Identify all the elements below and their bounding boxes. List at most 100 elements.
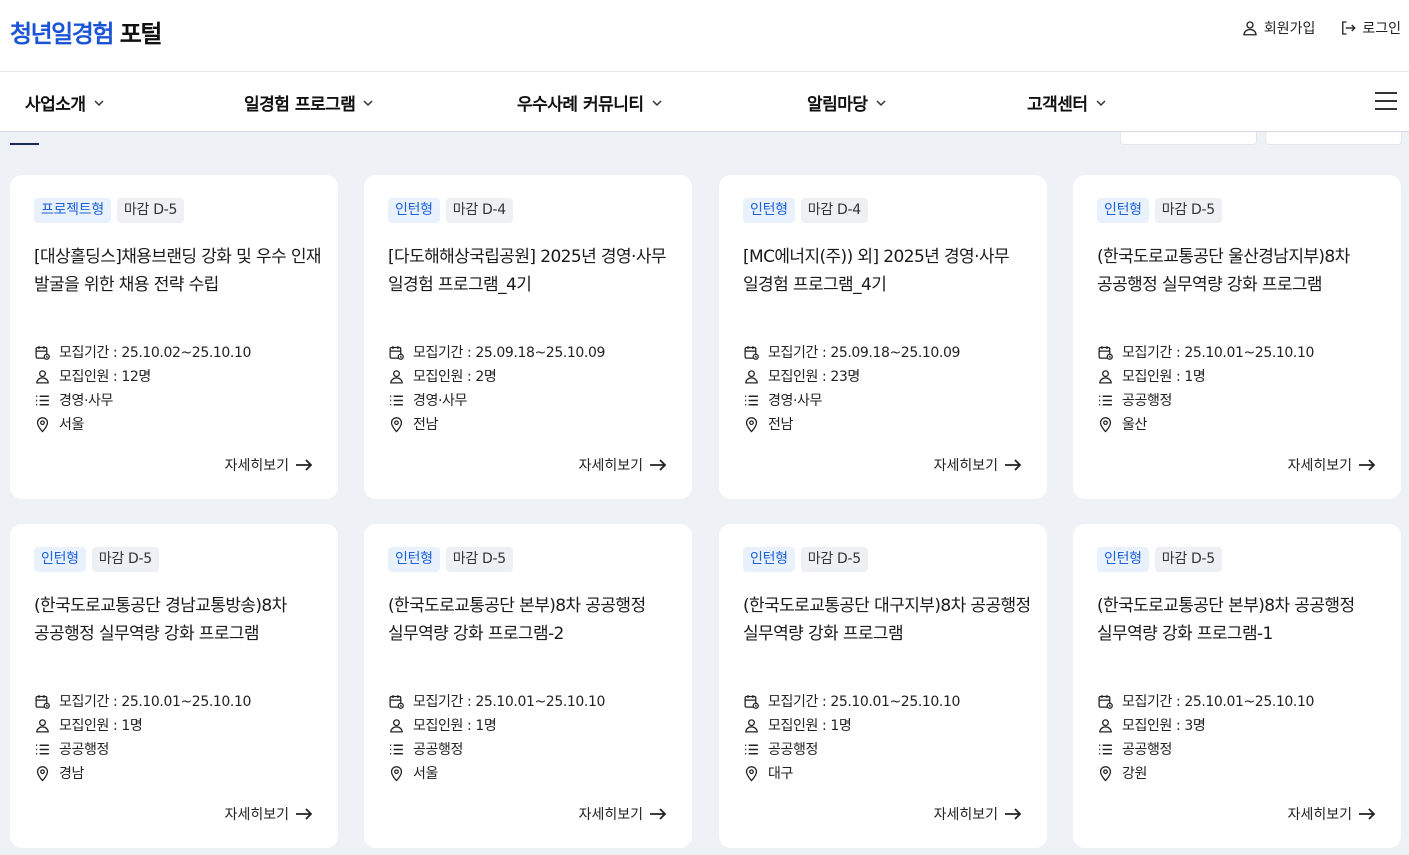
view-details-label: 자세히보기 bbox=[224, 458, 289, 474]
deadline-badge: 마감 D-4 bbox=[445, 198, 513, 223]
filter-dropdown[interactable] bbox=[1120, 132, 1257, 145]
region-row: 강원 bbox=[1097, 761, 1314, 785]
recruit-count-text: 모집인원 : 2명 bbox=[413, 369, 497, 385]
nav-item-programs[interactable]: 일경험 프로그램 bbox=[244, 90, 374, 115]
arrow-right-icon bbox=[1359, 459, 1376, 471]
hamburger-menu-icon[interactable] bbox=[1375, 92, 1397, 110]
recruit-period-row: 모집기간 : 25.10.01~25.10.10 bbox=[34, 689, 251, 713]
card-title: (한국도로교통공단 경남교통방송)8차 공공행정 실무역량 강화 프로그램 bbox=[34, 596, 287, 644]
job-category-row: 공공행정 bbox=[1097, 388, 1314, 412]
card-title: [다도해해상국립공원] 2025년 경영·사무 일경험 프로그램_4기 bbox=[388, 247, 667, 295]
card-title: [MC에너지(주)) 외] 2025년 경영·사무 일경험 프로그램_4기 bbox=[743, 247, 1010, 295]
calendar-icon bbox=[1098, 345, 1113, 360]
recruit-period-row: 모집기간 : 25.10.01~25.10.10 bbox=[1097, 340, 1314, 364]
view-details-link[interactable]: 자세히보기 bbox=[934, 804, 1022, 824]
person-icon bbox=[390, 369, 403, 384]
person-icon bbox=[1243, 21, 1257, 36]
recruit-period-row: 모집기간 : 25.10.01~25.10.10 bbox=[388, 689, 605, 713]
program-card[interactable]: 프로젝트형 마감 D-5 [대상홀딩스]채용브랜딩 강화 및 우수 인재 발굴을 위… bbox=[10, 175, 338, 499]
nav-item-community[interactable]: 우수사례 커뮤니티 bbox=[517, 90, 663, 115]
recruit-period-text: 모집기간 : 25.10.01~25.10.10 bbox=[59, 694, 251, 710]
job-category-text: 공공행정 bbox=[59, 742, 109, 758]
list-icon bbox=[745, 395, 758, 405]
recruit-period-text: 모집기간 : 25.10.01~25.10.10 bbox=[1122, 345, 1314, 361]
person-icon bbox=[36, 718, 49, 733]
signup-link[interactable]: 회원가입 bbox=[1241, 18, 1315, 38]
recruit-period-row: 모집기간 : 25.10.02~25.10.10 bbox=[34, 340, 251, 364]
arrow-right-icon bbox=[1005, 808, 1022, 820]
chevron-down-icon bbox=[363, 99, 373, 106]
recruit-count-row: 모집인원 : 1명 bbox=[34, 713, 251, 737]
list-icon bbox=[36, 395, 49, 405]
card-tags: 인턴형 마감 D-5 bbox=[1097, 547, 1222, 572]
login-link[interactable]: 로그인 bbox=[1339, 18, 1401, 38]
nav-item-customer-center[interactable]: 고객센터 bbox=[1027, 90, 1107, 115]
card-tags: 인턴형 마감 D-5 bbox=[1097, 198, 1222, 223]
view-details-link[interactable]: 자세히보기 bbox=[934, 455, 1022, 475]
person-icon bbox=[1099, 718, 1112, 733]
view-details-link[interactable]: 자세히보기 bbox=[1288, 455, 1376, 475]
recruit-period-row: 모집기간 : 25.10.01~25.10.10 bbox=[1097, 689, 1314, 713]
list-icon bbox=[1099, 744, 1112, 754]
region-text: 울산 bbox=[1122, 417, 1147, 433]
job-category-row: 경영·사무 bbox=[34, 388, 251, 412]
view-details-link[interactable]: 자세히보기 bbox=[225, 804, 313, 824]
program-card[interactable]: 인턴형 마감 D-5 (한국도로교통공단 대구지부)8차 공공행정 실무역량 강화 … bbox=[719, 524, 1047, 848]
recruit-count-row: 모집인원 : 1명 bbox=[1097, 364, 1314, 388]
nav-item-notices[interactable]: 알림마당 bbox=[807, 90, 887, 115]
arrow-right-icon bbox=[1359, 808, 1376, 820]
view-details-label: 자세히보기 bbox=[1287, 807, 1352, 823]
deadline-badge: 마감 D-5 bbox=[91, 547, 159, 572]
view-details-link[interactable]: 자세히보기 bbox=[579, 804, 667, 824]
list-icon bbox=[36, 744, 49, 754]
view-details-link[interactable]: 자세히보기 bbox=[579, 455, 667, 475]
calendar-icon bbox=[389, 694, 404, 709]
recruit-count-text: 모집인원 : 3명 bbox=[1122, 718, 1206, 734]
site-logo[interactable]: 청년일경험 포털 bbox=[10, 14, 162, 49]
program-card[interactable]: 인턴형 마감 D-5 (한국도로교통공단 본부)8차 공공행정 실무역량 강화 프로… bbox=[364, 524, 692, 848]
location-pin-icon bbox=[745, 416, 758, 433]
arrow-right-icon bbox=[296, 459, 313, 471]
chevron-down-icon bbox=[652, 99, 662, 106]
program-card[interactable]: 인턴형 마감 D-5 (한국도로교통공단 경남교통방송)8차 공공행정 실무역량 강… bbox=[10, 524, 338, 848]
recruit-count-text: 모집인원 : 1명 bbox=[768, 718, 852, 734]
nav-item-business-intro[interactable]: 사업소개 bbox=[25, 90, 105, 115]
recruit-count-text: 모집인원 : 1명 bbox=[59, 718, 143, 734]
view-details-label: 자세히보기 bbox=[933, 458, 998, 474]
logo-accent-text: 청년일경험 bbox=[10, 20, 114, 48]
recruit-count-row: 모집인원 : 1명 bbox=[743, 713, 960, 737]
nav-item-label: 고객센터 bbox=[1027, 95, 1088, 115]
location-pin-icon bbox=[36, 416, 49, 433]
view-details-link[interactable]: 자세히보기 bbox=[225, 455, 313, 475]
card-info: 모집기간 : 25.10.01~25.10.10 모집인원 : 1명 공공행정 경남 bbox=[34, 689, 251, 785]
view-details-link[interactable]: 자세히보기 bbox=[1288, 804, 1376, 824]
card-info: 모집기간 : 25.10.01~25.10.10 모집인원 : 1명 공공행정 대구 bbox=[743, 689, 960, 785]
recruit-period-row: 모집기간 : 25.10.01~25.10.10 bbox=[743, 689, 960, 713]
deadline-badge: 마감 D-5 bbox=[116, 198, 185, 223]
recruit-period-text: 모집기간 : 25.10.01~25.10.10 bbox=[1122, 694, 1314, 710]
list-icon bbox=[390, 395, 403, 405]
region-row: 서울 bbox=[388, 761, 605, 785]
program-card[interactable]: 인턴형 마감 D-4 [MC에너지(주)) 외] 2025년 경영·사무 일경험 프… bbox=[719, 175, 1047, 499]
arrow-right-icon bbox=[1005, 459, 1022, 471]
person-icon bbox=[36, 369, 49, 384]
deadline-badge: 마감 D-4 bbox=[800, 198, 868, 223]
view-details-label: 자세히보기 bbox=[933, 807, 998, 823]
job-category-row: 경영·사무 bbox=[388, 388, 605, 412]
list-icon bbox=[390, 744, 403, 754]
view-details-label: 자세히보기 bbox=[1287, 458, 1352, 474]
program-card[interactable]: 인턴형 마감 D-5 (한국도로교통공단 본부)8차 공공행정 실무역량 강화 프로… bbox=[1073, 524, 1401, 848]
arrow-right-icon bbox=[650, 808, 667, 820]
card-tags: 프로젝트형 마감 D-5 bbox=[34, 198, 185, 223]
program-card[interactable]: 인턴형 마감 D-5 (한국도로교통공단 울산경남지부)8차 공공행정 실무역량 강… bbox=[1073, 175, 1401, 499]
person-icon bbox=[745, 718, 758, 733]
program-card[interactable]: 인턴형 마감 D-4 [다도해해상국립공원] 2025년 경영·사무 일경험 프로그… bbox=[364, 175, 692, 499]
recruit-count-text: 모집인원 : 12명 bbox=[59, 369, 151, 385]
chevron-down-icon bbox=[94, 99, 104, 106]
card-info: 모집기간 : 25.10.01~25.10.10 모집인원 : 1명 공공행정 서울 bbox=[388, 689, 605, 785]
card-info: 모집기간 : 25.10.02~25.10.10 모집인원 : 12명 경영·사무 서… bbox=[34, 340, 251, 436]
main-nav: 사업소개 일경험 프로그램 우수사례 커뮤니티 알림마당 고객센터 bbox=[0, 72, 1409, 132]
sort-dropdown[interactable] bbox=[1265, 132, 1402, 145]
arrow-right-icon bbox=[650, 459, 667, 471]
job-category-text: 공공행정 bbox=[1122, 742, 1172, 758]
